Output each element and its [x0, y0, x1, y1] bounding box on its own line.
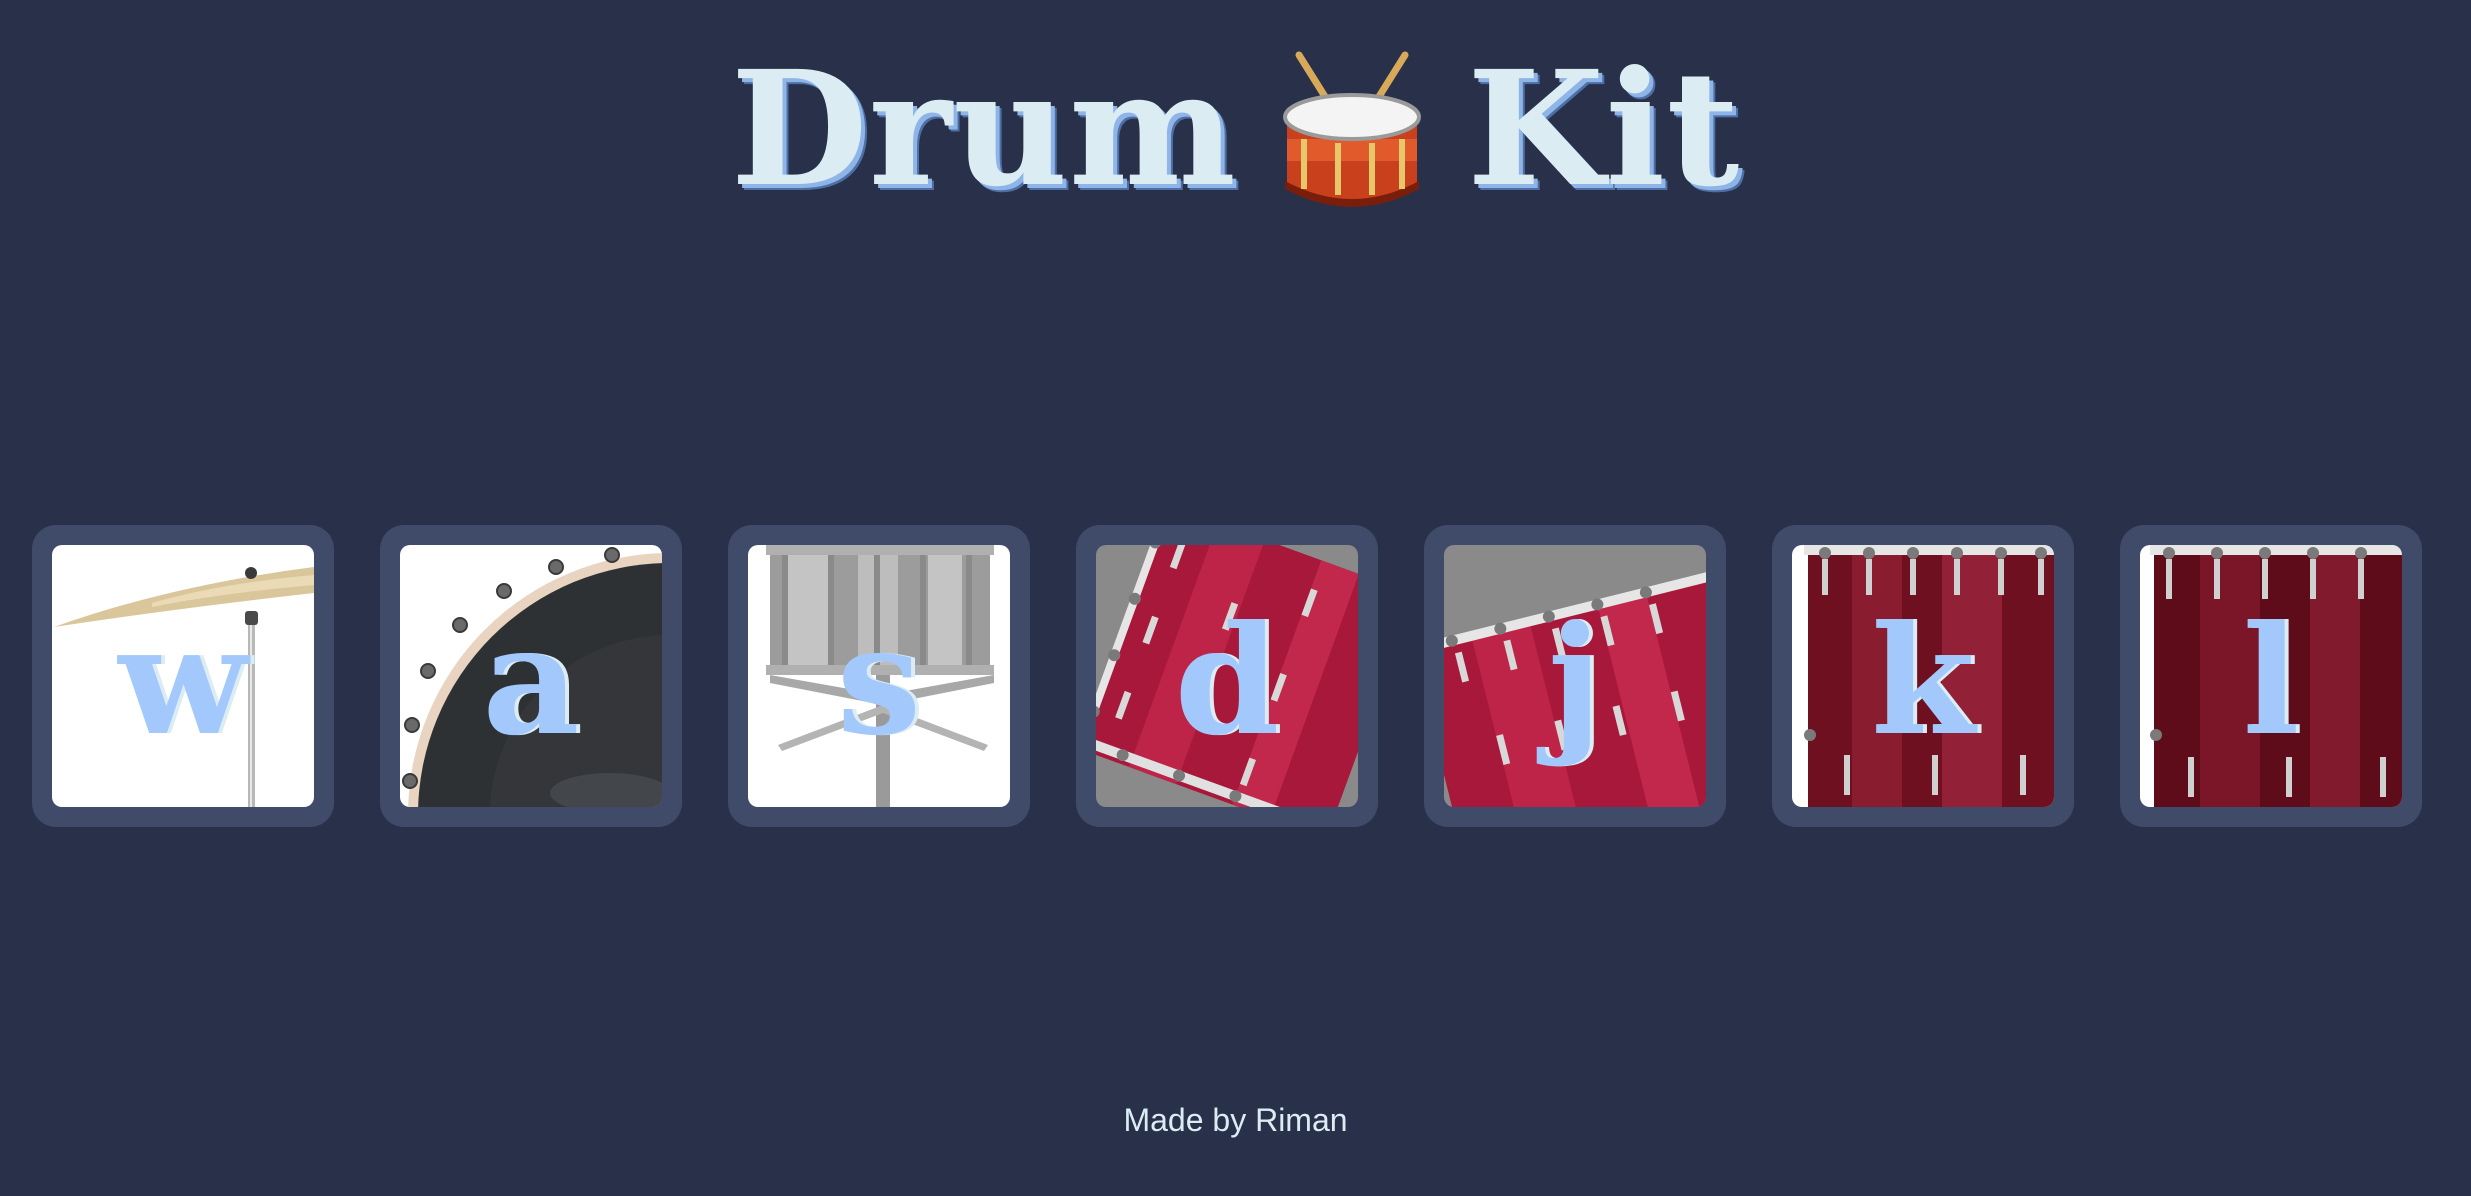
- drum-pad-k[interactable]: k: [1772, 525, 2074, 827]
- pad-key-label: s: [836, 593, 922, 769]
- drum-pad-d[interactable]: d: [1076, 525, 1378, 827]
- pad-image: k: [1792, 545, 2054, 807]
- pad-key-label: k: [1871, 593, 1975, 769]
- page-title: Drum Kit: [0, 40, 2471, 220]
- drum-icon: [1283, 51, 1421, 207]
- pad-image: s: [748, 545, 1010, 807]
- drum-pad-j[interactable]: j: [1424, 525, 1726, 827]
- pad-image: a: [400, 545, 662, 807]
- title-word-drum: Drum: [730, 37, 1237, 222]
- pad-image: l: [2140, 545, 2402, 807]
- drum-pad-a[interactable]: a: [380, 525, 682, 827]
- pad-key-label: j: [1547, 593, 1603, 769]
- pad-key-label: w: [118, 593, 248, 769]
- footer-credit: Made by Riman: [1123, 1102, 1348, 1138]
- pad-key-label: d: [1174, 593, 1280, 769]
- pad-image: w: [52, 545, 314, 807]
- pad-image: d: [1096, 545, 1358, 807]
- drum-pad-row: w a s d j k l: [32, 525, 2422, 827]
- title-word-kit: Kit: [1467, 37, 1741, 222]
- pad-key-label: l: [2242, 593, 2300, 769]
- drum-pad-s[interactable]: s: [728, 525, 1030, 827]
- drum-pad-w[interactable]: w: [32, 525, 334, 827]
- pad-key-label: a: [482, 593, 580, 769]
- drum-pad-l[interactable]: l: [2120, 525, 2422, 827]
- pad-image: j: [1444, 545, 1706, 807]
